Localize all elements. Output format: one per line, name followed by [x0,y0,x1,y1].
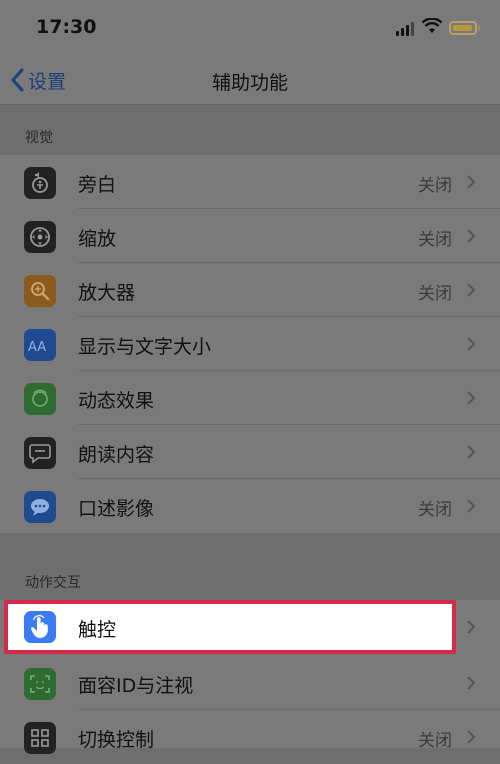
motion-icon [24,383,56,415]
chevron-right-icon [467,620,476,634]
row-label: 旁白 [78,174,117,196]
row-label: 面容ID与注视 [78,675,194,697]
list-item-motion[interactable]: 动态效果 [0,371,500,425]
list-item-switch-control[interactable]: 切换控制 关闭 [0,710,500,764]
voiceover-icon [24,167,56,199]
section-header-interaction: 动作交互 [25,575,81,591]
chevron-right-icon [467,730,476,744]
cellular-signal-icon [396,22,416,36]
audio-description-icon [24,491,56,523]
chevron-right-icon [467,337,476,351]
touch-icon [24,611,56,643]
row-value: 关闭 [418,284,452,304]
chevron-right-icon [467,283,476,297]
chevron-right-icon [467,445,476,459]
row-label: 显示与文字大小 [78,336,212,358]
row-label: 朗读内容 [78,444,155,466]
row-label: 缩放 [78,228,117,250]
row-label: 触控 [78,619,117,641]
svg-text:AA: AA [28,340,46,354]
section-header-vision: 视觉 [25,130,53,146]
face-id-icon [24,668,56,700]
chevron-right-icon [467,391,476,405]
row-label: 放大器 [78,282,136,304]
row-value: 关闭 [418,500,452,520]
navigation-bar: 设置 辅助功能 [0,56,500,105]
row-label: 动态效果 [78,390,155,412]
zoom-icon [24,221,56,253]
list-item-touch[interactable]: 触控 [4,600,456,654]
status-time: 17:30 [36,16,97,38]
wifi-icon [422,18,442,33]
list-item-zoom[interactable]: 缩放 关闭 [0,209,500,263]
status-bar: 17:30 [0,0,500,56]
battery-icon [449,21,477,35]
spoken-content-icon [24,437,56,469]
list-item-magnifier[interactable]: 放大器 关闭 [0,263,500,317]
list-item-display-text-size[interactable]: AA 显示与文字大小 [0,317,500,371]
page-title: 辅助功能 [211,72,288,94]
chevron-right-icon [467,229,476,243]
list-item-audio-descriptions[interactable]: 口述影像 关闭 [0,479,500,533]
list-item-face-id[interactable]: 面容ID与注视 [0,656,500,710]
chevron-right-icon [467,499,476,513]
row-value: 关闭 [418,731,452,751]
chevron-right-icon [467,175,476,189]
row-value: 关闭 [418,230,452,250]
row-value: 关闭 [418,176,452,196]
vision-group: 旁白 关闭 缩放 关闭 放大器 关闭 AA 显示与文字大小 动态效果 朗读内容 … [0,155,500,533]
battery-cap [478,25,480,31]
row-label: 口述影像 [78,498,155,520]
chevron-right-icon [467,676,476,690]
list-item-voiceover[interactable]: 旁白 关闭 [0,155,500,209]
switch-control-icon [24,722,56,754]
magnifier-icon [24,275,56,307]
text-size-icon: AA [24,329,56,361]
list-item-spoken-content[interactable]: 朗读内容 [0,425,500,479]
